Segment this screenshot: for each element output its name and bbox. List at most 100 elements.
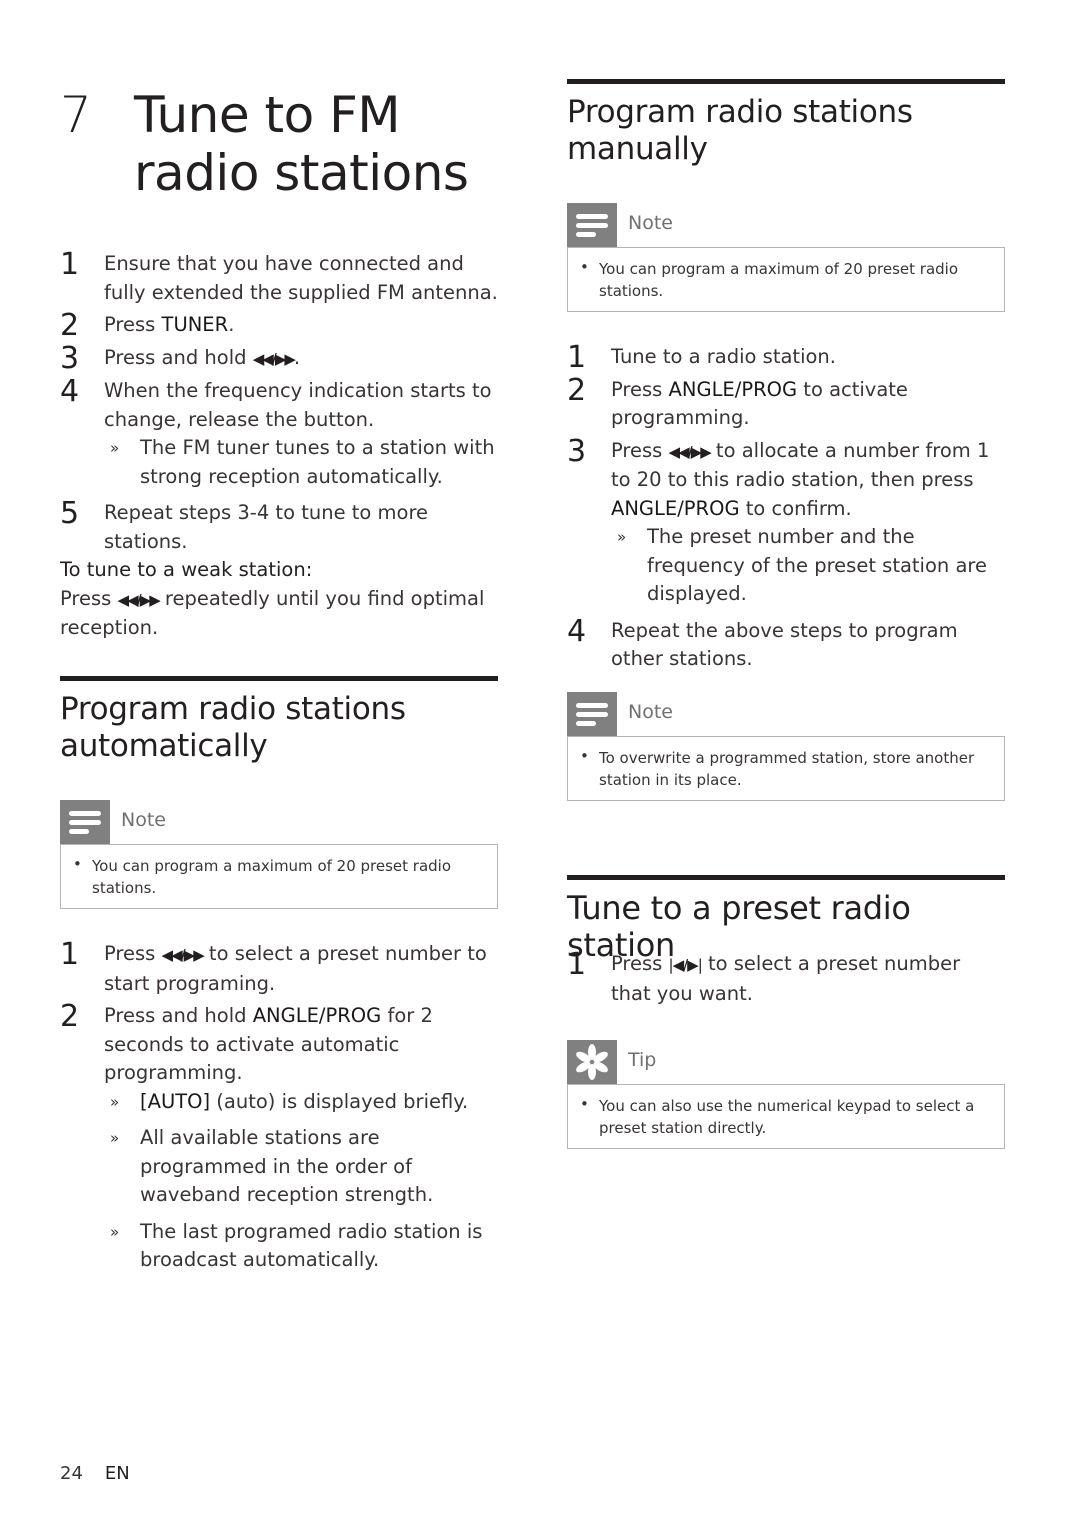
manual-step-2: 2 Press ANGLE/PROG to activate programmi… xyxy=(567,372,1005,433)
section-title: Program radio stations manually xyxy=(567,94,913,167)
section-divider xyxy=(60,676,498,681)
step-number: 1 xyxy=(567,340,587,375)
step-text: Repeat the above steps to program other … xyxy=(611,618,958,671)
auto-section: Program radio stations automatically xyxy=(60,676,498,765)
chapter-title: Tune to FM radio stations xyxy=(134,86,469,202)
note-text: To overwrite a programmed station, store… xyxy=(599,749,975,789)
auto-steps: 1 Press ◀◀/▶▶ to select a preset number … xyxy=(60,937,498,1275)
section-title: Program radio stations automatically xyxy=(60,691,406,764)
auto-display-label: [AUTO] xyxy=(140,1089,211,1113)
result-text: The FM tuner tunes to a station with str… xyxy=(140,436,495,488)
result-arrow-icon: » xyxy=(110,1222,120,1241)
bullet-icon: • xyxy=(73,855,82,873)
step-number: 4 xyxy=(567,613,587,649)
language-code: EN xyxy=(104,1463,130,1484)
step-number: 4 xyxy=(60,374,80,409)
note-body: • You can program a maximum of 20 preset… xyxy=(60,844,498,909)
step-text: Press xyxy=(611,438,669,462)
preset-steps: 1 Press |◀/▶| to select a preset number … xyxy=(567,947,1005,1008)
preset-step-1: 1 Press |◀/▶| to select a preset number … xyxy=(567,947,1005,1008)
note-label: Note xyxy=(121,809,166,831)
result-text: All available stations are programmed in… xyxy=(140,1126,434,1206)
step-number: 3 xyxy=(60,340,80,376)
note-box: Note • You can program a maximum of 20 p… xyxy=(60,800,498,909)
step-text: Ensure that you have connected and fully… xyxy=(104,252,498,304)
intro-step-5: 5 Repeat steps 3-4 to tune to more stati… xyxy=(60,497,498,556)
rewind-forward-icon: ◀◀/▶▶ xyxy=(668,442,712,461)
step-result: » [AUTO] (auto) is displayed briefly. xyxy=(104,1088,498,1117)
step-number: 1 xyxy=(60,247,80,282)
manual-step-3: 3 Press ◀◀/▶▶ to allocate a number from … xyxy=(567,433,1005,609)
result-text: The preset number and the frequency of t… xyxy=(647,525,988,605)
result-arrow-icon: » xyxy=(110,1092,120,1111)
rewind-forward-icon: ◀◀/▶▶ xyxy=(161,946,205,964)
section-divider xyxy=(567,875,1005,880)
note-text: You can program a maximum of 20 preset r… xyxy=(599,260,959,300)
step-number: 3 xyxy=(567,433,587,469)
page-number: 24 xyxy=(60,1463,83,1484)
tip-text: You can also use the numerical keypad to… xyxy=(599,1097,975,1137)
note-icon xyxy=(60,800,110,844)
result-arrow-icon: » xyxy=(617,528,627,546)
angle-prog-button-label: ANGLE/PROG xyxy=(252,1004,382,1027)
bullet-icon: • xyxy=(580,747,589,765)
intro-step-1: 1 Ensure that you have connected and ful… xyxy=(60,247,498,307)
note-icon xyxy=(567,203,617,247)
manual-section: Program radio stations manually xyxy=(567,79,1005,168)
step-text: Repeat steps 3-4 to tune to more station… xyxy=(104,501,429,553)
intro-step-4: 4 When the frequency indication starts t… xyxy=(60,374,498,491)
step-text: Press xyxy=(611,377,669,401)
intro-step-2: 2 Press TUNER. xyxy=(60,308,498,343)
intro-step-3: 3 Press and hold ◀◀/▶▶. xyxy=(60,340,498,376)
note-icon xyxy=(567,692,617,736)
result-arrow-icon: » xyxy=(110,439,120,457)
tip-label: Tip xyxy=(628,1049,657,1071)
tip-box: Tip • You can also use the numerical key… xyxy=(567,1040,1005,1149)
step-text: Press and hold xyxy=(104,345,253,369)
angle-prog-button-label: ANGLE/PROG xyxy=(668,377,798,401)
step-number: 2 xyxy=(60,999,80,1034)
step-number: 1 xyxy=(567,947,587,982)
step-text: Press xyxy=(611,952,669,975)
manual-step-1: 1 Tune to a radio station. xyxy=(567,340,1005,375)
rewind-forward-icon: ◀◀/▶▶ xyxy=(117,590,161,609)
step-number: 1 xyxy=(60,937,80,972)
step-text: . xyxy=(228,313,235,336)
note-label: Note xyxy=(628,212,673,234)
result-text: (auto) is displayed briefly. xyxy=(210,1089,469,1113)
tip-icon xyxy=(567,1040,617,1084)
step-result: » The last programed radio station is br… xyxy=(104,1218,498,1275)
note-box: Note • To overwrite a programmed station… xyxy=(567,692,1005,801)
step-number: 2 xyxy=(567,372,587,408)
page-footer: 24 EN xyxy=(60,1463,130,1484)
rewind-forward-icon: ◀◀/▶▶ xyxy=(252,349,296,368)
step-text: Press xyxy=(104,313,162,336)
bullet-icon: • xyxy=(580,1095,589,1113)
angle-prog-button-label: ANGLE/PROG xyxy=(611,496,740,520)
manual-step-4: 4 Repeat the above steps to program othe… xyxy=(567,613,1005,674)
step-text: Press xyxy=(104,942,162,965)
note-body: • To overwrite a programmed station, sto… xyxy=(567,736,1005,801)
tip-header: Tip xyxy=(567,1040,1005,1084)
step-result: » The preset number and the frequency of… xyxy=(611,523,1005,609)
note-label: Note xyxy=(628,701,673,723)
tuner-button-label: TUNER xyxy=(161,313,229,336)
intro-steps: 1 Ensure that you have connected and ful… xyxy=(60,247,498,643)
step-number: 2 xyxy=(60,308,80,343)
prev-next-icon: |◀/▶| xyxy=(668,956,703,974)
step-text: to confirm. xyxy=(739,496,852,520)
tip-body: • You can also use the numerical keypad … xyxy=(567,1084,1005,1149)
result-text: The last programed radio station is broa… xyxy=(140,1219,483,1272)
step-result: » The FM tuner tunes to a station with s… xyxy=(104,434,498,491)
step-result: » All available stations are programmed … xyxy=(104,1124,498,1210)
step-text: . xyxy=(293,345,301,369)
note-header: Note xyxy=(567,692,1005,736)
auto-step-1: 1 Press ◀◀/▶▶ to select a preset number … xyxy=(60,937,498,998)
chapter-number: 7 xyxy=(60,86,92,144)
bullet-icon: • xyxy=(580,258,589,276)
auto-step-2: 2 Press and hold ANGLE/PROG for 2 second… xyxy=(60,999,498,1275)
weak-station-text: Press ◀◀/▶▶ repeatedly until you find op… xyxy=(60,585,498,643)
section-divider xyxy=(567,79,1005,84)
step-text: Press and hold xyxy=(104,1004,253,1027)
asterisk-icon xyxy=(576,1044,608,1080)
